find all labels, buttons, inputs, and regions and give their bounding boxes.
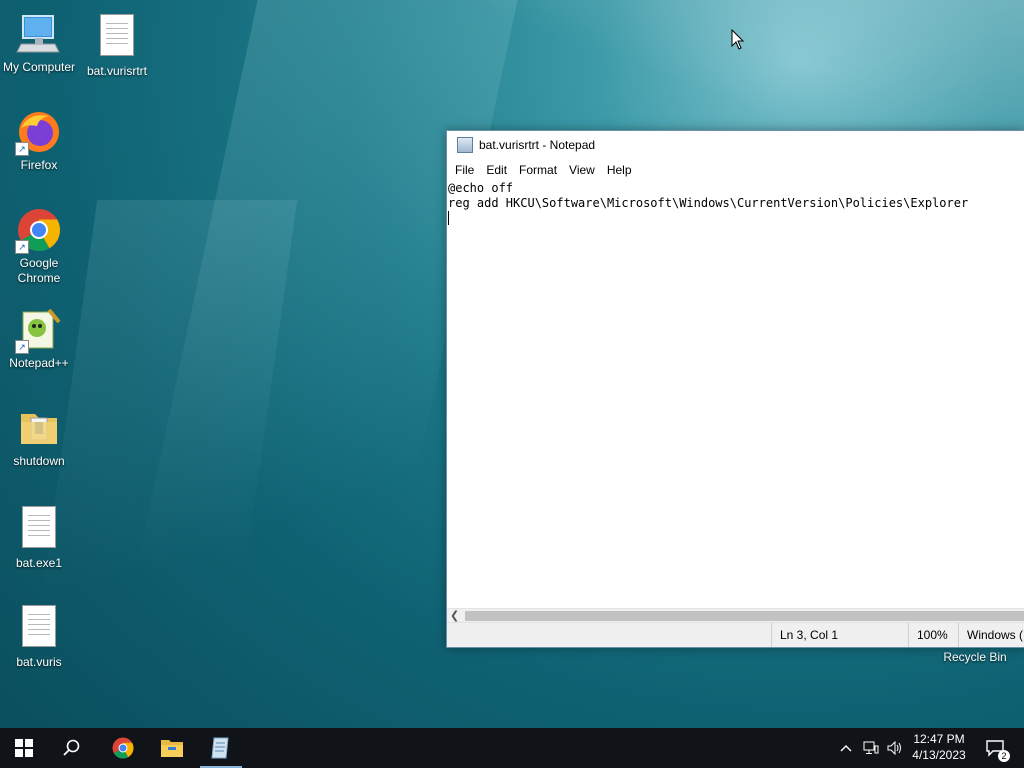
text-file-icon xyxy=(15,605,63,653)
text-file-icon xyxy=(15,506,63,554)
chevron-up-icon xyxy=(840,745,852,752)
menu-view[interactable]: View xyxy=(563,163,601,177)
notepad-icon xyxy=(211,737,229,759)
desktop-icon-label: My Computer xyxy=(2,60,76,74)
shortcut-arrow-icon: ↗ xyxy=(15,340,29,354)
desktop-icon-notepad-plus-plus[interactable]: ↗ Notepad++ xyxy=(0,306,78,371)
editor-line: reg add HKCU\Software\Microsoft\Windows\… xyxy=(448,196,969,210)
scrollbar-thumb[interactable] xyxy=(465,611,1024,621)
menu-format[interactable]: Format xyxy=(513,163,563,177)
shortcut-arrow-icon: ↗ xyxy=(15,142,29,156)
desktop-icon-google-chrome[interactable]: ↗ Google Chrome xyxy=(0,206,78,286)
clock[interactable]: 12:47 PM 4/13/2023 xyxy=(906,731,972,763)
volume-button[interactable] xyxy=(884,728,906,768)
status-line-ending: Windows ( xyxy=(958,623,1024,647)
text-caret xyxy=(448,211,449,225)
clock-date: 4/13/2023 xyxy=(912,748,966,762)
horizontal-scrollbar[interactable]: ❮ xyxy=(447,608,1024,623)
menu-file[interactable]: File xyxy=(449,163,480,177)
desktop-icon-label: Google Chrome xyxy=(17,256,61,285)
desktop-icon-label: bat.vuris xyxy=(16,655,62,669)
desktop-icon-my-computer[interactable]: My Computer xyxy=(0,10,78,75)
folder-icon xyxy=(15,404,63,452)
clock-time: 12:47 PM xyxy=(913,732,965,746)
desktop-icon-label: Firefox xyxy=(20,158,58,172)
desktop-icon-label: bat.vurisrtrt xyxy=(86,64,147,78)
taskbar-file-explorer[interactable] xyxy=(150,728,194,768)
editor-line: @echo off xyxy=(448,181,514,195)
desktop-icon-label: Notepad++ xyxy=(9,356,69,370)
action-center-button[interactable]: 2 xyxy=(978,728,1012,768)
mouse-cursor-icon xyxy=(731,29,745,50)
computer-icon xyxy=(15,10,63,58)
shortcut-arrow-icon: ↗ xyxy=(15,240,29,254)
desktop-icon-firefox[interactable]: ↗ Firefox xyxy=(0,108,78,173)
desktop-icon-label: bat.exe1 xyxy=(15,556,63,570)
chrome-icon xyxy=(112,737,134,759)
network-button[interactable] xyxy=(860,728,882,768)
notification-count-badge: 2 xyxy=(998,750,1010,762)
desktop-icon-shutdown[interactable]: shutdown xyxy=(0,404,78,469)
desktop-icon-bat-vuris[interactable]: bat.vuris xyxy=(0,601,78,670)
desktop-icon-bat-exe1[interactable]: bat.exe1 xyxy=(0,502,78,571)
wallpaper-wave xyxy=(430,0,1024,130)
status-cursor-position: Ln 3, Col 1 xyxy=(771,623,906,647)
notepad-plus-plus-icon: ↗ xyxy=(15,306,63,354)
desktop-icon-label: Recycle Bin xyxy=(943,650,1007,664)
notepad-icon xyxy=(457,137,473,153)
notepad-title-bar[interactable]: bat.vurisrtrt - Notepad xyxy=(447,131,1024,159)
search-icon xyxy=(63,739,80,756)
file-explorer-icon xyxy=(161,740,183,757)
menu-edit[interactable]: Edit xyxy=(480,163,513,177)
menu-help[interactable]: Help xyxy=(601,163,638,177)
taskbar-chrome[interactable] xyxy=(101,728,145,768)
start-button[interactable] xyxy=(0,728,48,768)
show-hidden-icons-button[interactable] xyxy=(836,728,856,768)
speaker-icon xyxy=(887,741,901,755)
menu-bar: File Edit Format View Help xyxy=(447,159,1024,181)
desktop-icon-recycle-bin[interactable]: Recycle Bin xyxy=(936,650,1014,665)
taskbar-notepad[interactable] xyxy=(200,728,242,768)
network-icon xyxy=(863,741,879,754)
notepad-window[interactable]: bat.vurisrtrt - Notepad File Edit Format… xyxy=(446,130,1024,648)
editor-line-caret xyxy=(448,211,1024,226)
desktop-icon-bat-vurisrtrt[interactable]: bat.vurisrtrt xyxy=(78,10,156,79)
taskbar: 12:47 PM 4/13/2023 2 xyxy=(0,728,1024,768)
firefox-icon: ↗ xyxy=(15,108,63,156)
text-editor-area[interactable]: @echo off reg add HKCU\Software\Microsoft… xyxy=(447,181,1024,609)
start-icon xyxy=(15,739,33,757)
chrome-icon: ↗ xyxy=(15,206,63,254)
status-zoom: 100% xyxy=(908,623,957,647)
search-button[interactable] xyxy=(48,728,96,768)
status-bar: Ln 3, Col 1 100% Windows ( xyxy=(447,622,1024,647)
desktop-icon-label: shutdown xyxy=(13,454,65,468)
text-file-icon xyxy=(93,14,141,62)
scroll-left-arrow-icon[interactable]: ❮ xyxy=(450,609,459,623)
window-title: bat.vurisrtrt - Notepad xyxy=(479,138,596,152)
